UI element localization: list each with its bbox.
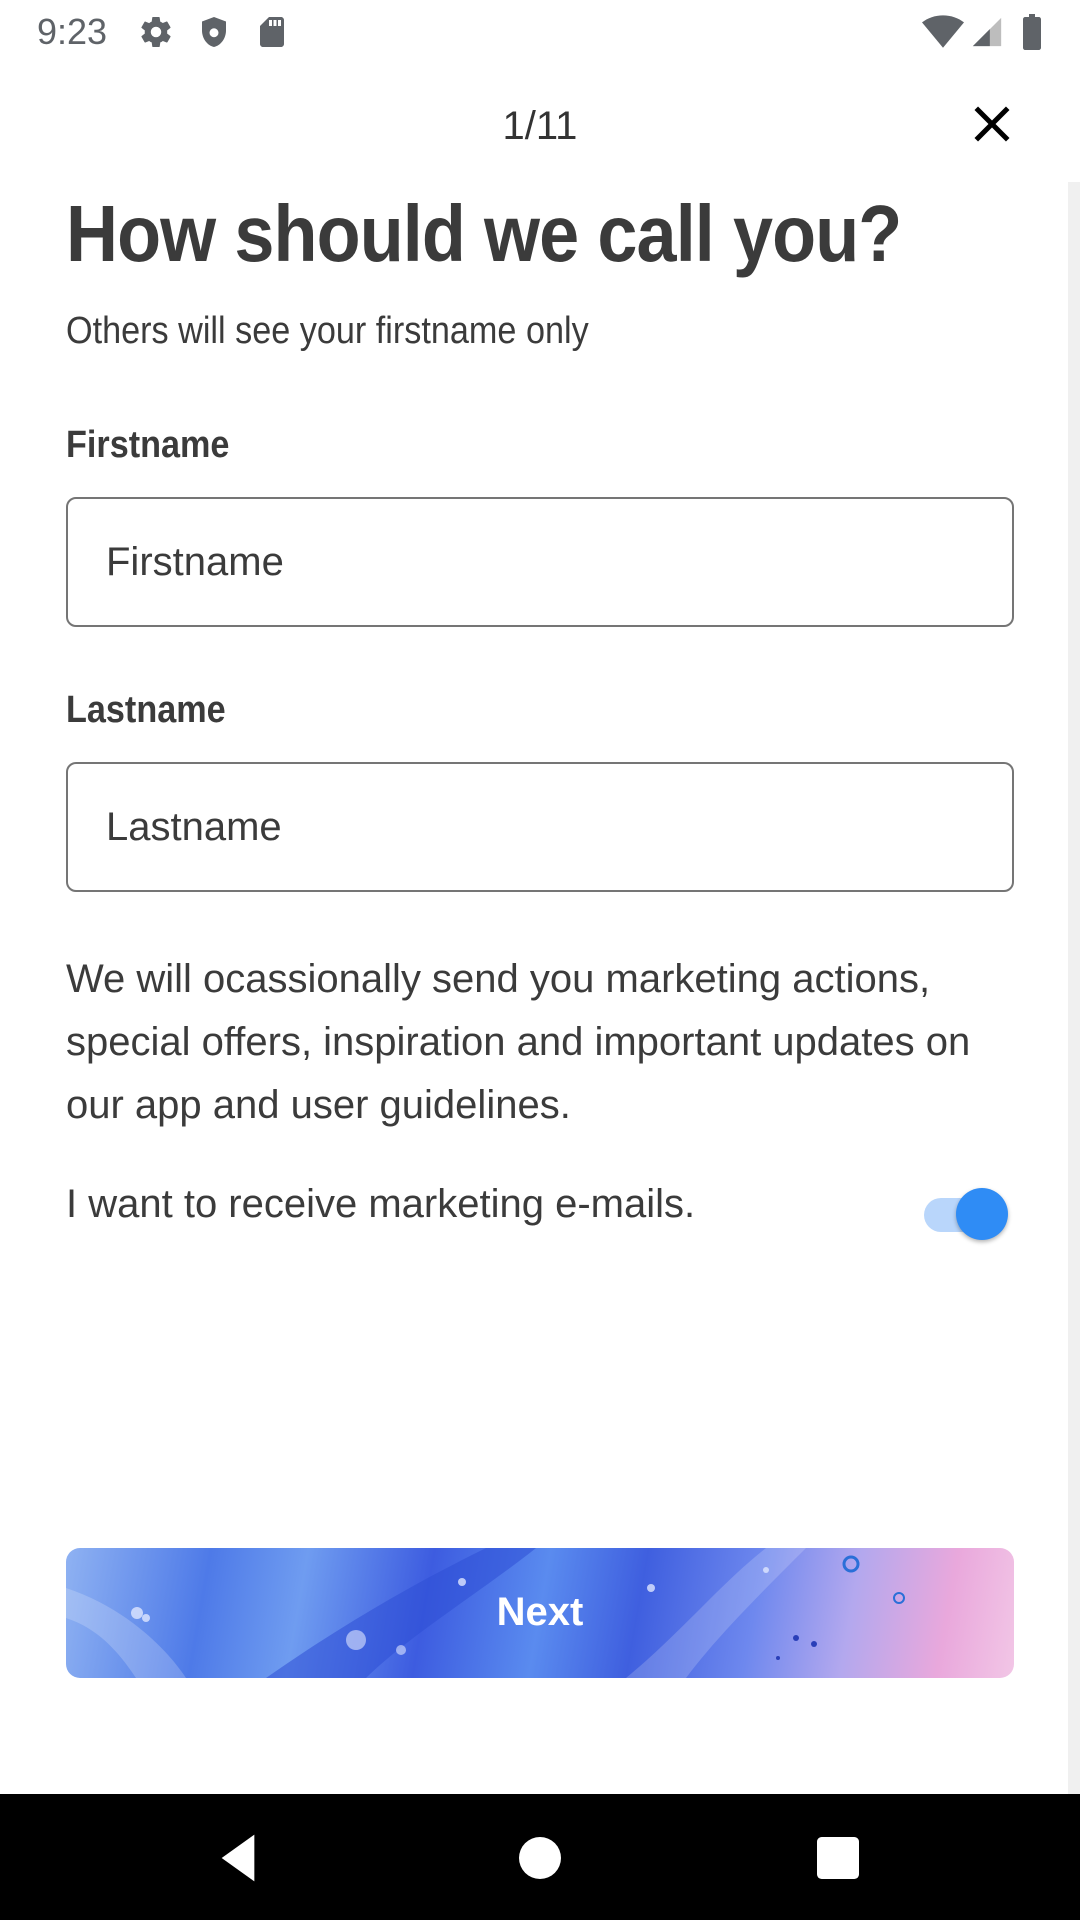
nav-recents-button[interactable] (810, 1830, 866, 1886)
nav-home-button[interactable] (512, 1830, 568, 1886)
status-time: 9:23 (37, 11, 108, 52)
wifi-icon (922, 14, 964, 50)
next-button-label: Next (496, 1590, 584, 1634)
cell-signal-icon (970, 14, 1004, 50)
marketing-info-text: We will ocassionally send you marketing … (66, 957, 971, 1127)
battery-icon (1020, 14, 1044, 50)
home-icon (519, 1837, 561, 1879)
toggle-thumb (956, 1188, 1008, 1240)
next-button[interactable]: Next (66, 1548, 1014, 1678)
back-icon (221, 1834, 255, 1882)
system-nav-bar (0, 1794, 1080, 1920)
status-bar: 9:23 (0, 0, 1080, 64)
lastname-label: Lastname (66, 689, 226, 731)
marketing-toggle-label: I want to receive marketing e-mails. (66, 1182, 696, 1226)
marketing-toggle[interactable] (920, 1180, 1010, 1240)
recents-icon (817, 1837, 859, 1879)
nav-back-button[interactable] (210, 1830, 266, 1886)
gear-icon (138, 14, 174, 50)
page-title: How should we call you? (66, 189, 902, 278)
page-subtitle: Others will see your firstname only (66, 310, 589, 352)
close-icon (974, 106, 1010, 142)
header: 1/11 (0, 64, 1080, 182)
scrollbar[interactable] (1068, 182, 1080, 1794)
sd-card-icon (254, 14, 290, 50)
close-button[interactable] (962, 94, 1022, 154)
progress-indicator: 1/11 (502, 104, 578, 148)
firstname-label: Firstname (66, 424, 230, 466)
lastname-input[interactable] (66, 762, 1014, 892)
firstname-input[interactable] (66, 497, 1014, 627)
shield-icon (196, 14, 232, 50)
